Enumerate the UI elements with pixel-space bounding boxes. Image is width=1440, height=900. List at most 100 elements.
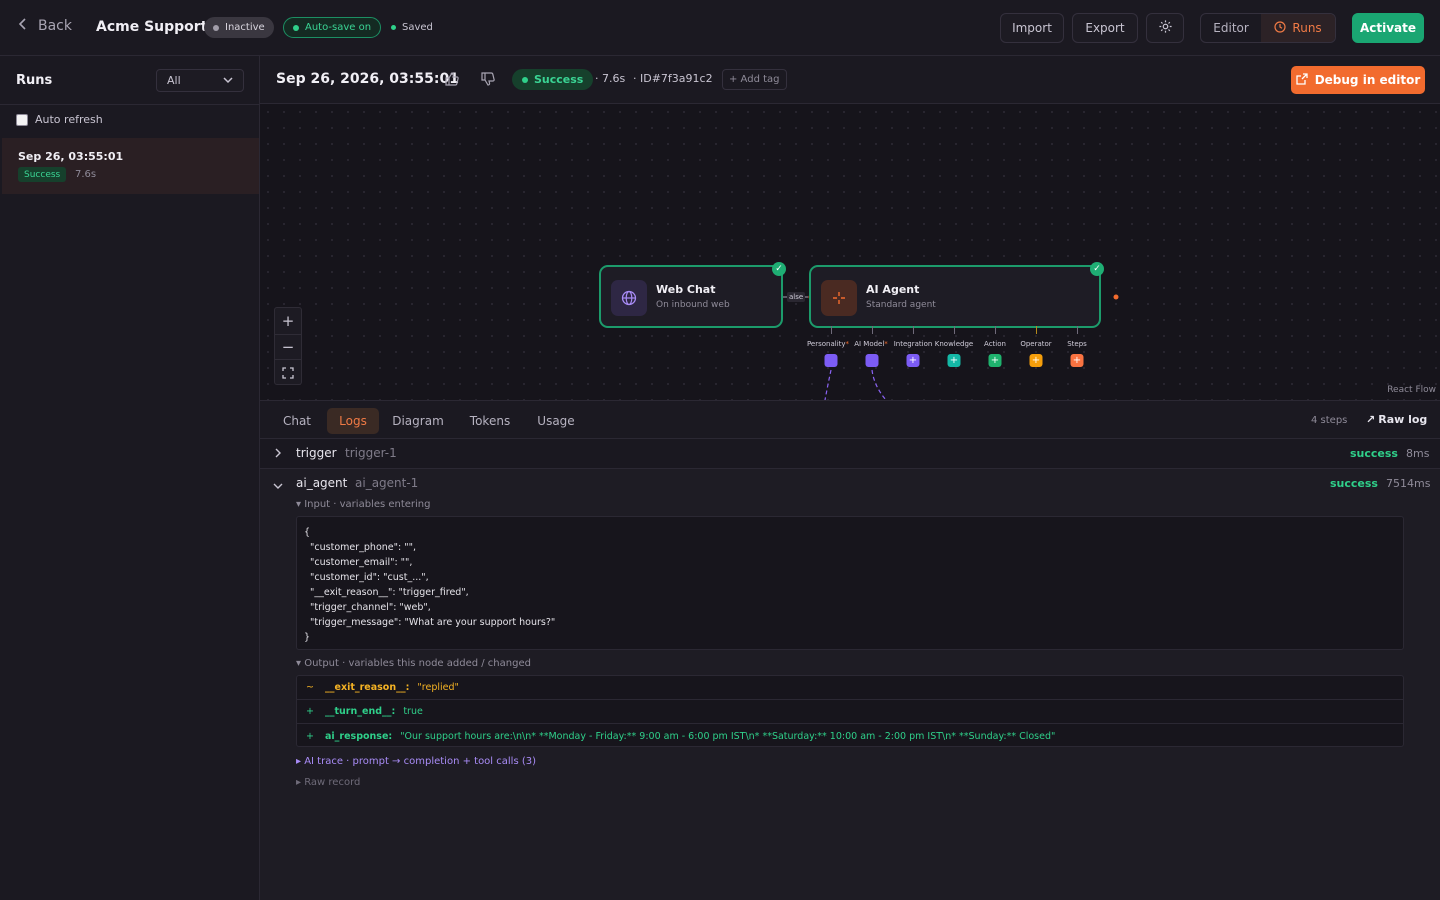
port-ai-model[interactable] — [865, 354, 879, 367]
port-label-personality: Personality* — [806, 340, 850, 348]
ai-trace-toggle[interactable]: ▸ AI trace · prompt → completion + tool … — [296, 756, 536, 767]
json-line: "customer_id": "cust_...", — [304, 572, 429, 583]
editor-tab[interactable]: Editor — [1201, 14, 1261, 42]
node-subtitle: On inbound web — [656, 300, 730, 310]
input-section-toggle[interactable]: ▾ Input · variables entering — [296, 499, 431, 510]
output-key: __exit_reason__: — [325, 682, 410, 693]
flow-canvas[interactable]: Web Chat On inbound web ✓ alse AI Agent … — [260, 104, 1440, 400]
clock-icon — [1274, 20, 1287, 36]
saved-label: Saved — [402, 22, 433, 33]
step-id: trigger-1 — [345, 446, 397, 460]
run-time: Sep 26, 03:55:01 — [18, 150, 124, 163]
tab-chat[interactable]: Chat — [276, 408, 318, 434]
export-button[interactable]: Export — [1072, 13, 1138, 43]
json-line: "customer_email": "", — [304, 557, 413, 568]
output-section-toggle[interactable]: ▾ Output · variables this node added / c… — [296, 658, 531, 669]
step-status: success — [1350, 447, 1398, 460]
raw-log-link[interactable]: ↗ Raw log — [1366, 413, 1427, 426]
run-title: Sep 26, 2026, 03:55:01 — [276, 71, 459, 87]
thumbs-up-icon[interactable] — [444, 71, 460, 90]
step-name: ai_agent — [296, 476, 348, 490]
web-chat-node[interactable]: Web Chat On inbound web ✓ — [599, 262, 786, 328]
status-dot-icon — [213, 24, 219, 31]
tab-tokens[interactable]: Tokens — [461, 408, 519, 434]
log-row-trigger[interactable]: trigger trigger-1 success 8ms — [260, 439, 1440, 469]
port-label-integration: Integration — [893, 340, 933, 348]
step-time: 8ms — [1406, 447, 1430, 460]
success-check-icon: ✓ — [772, 262, 786, 276]
zoom-controls: + − — [274, 307, 302, 385]
debug-in-editor-button[interactable]: Debug in editor — [1291, 66, 1425, 94]
debug-label: Debug in editor — [1314, 73, 1421, 87]
run-duration: 7.6s — [75, 169, 97, 180]
port-action-add-icon[interactable]: + — [988, 354, 1002, 367]
status-dot-icon — [522, 76, 528, 83]
chevron-left-icon — [18, 18, 28, 34]
add-tag-button[interactable]: + Add tag — [722, 69, 787, 90]
autosave-badge[interactable]: Auto-save on — [283, 17, 382, 38]
workflow-title: Acme Support — [96, 19, 208, 35]
tab-usage[interactable]: Usage — [529, 408, 583, 434]
output-variables-table: ~ __exit_reason__: "replied" + __turn_en… — [296, 675, 1404, 747]
raw-record-toggle[interactable]: ▸ Raw record — [296, 777, 360, 788]
auto-refresh: Auto refresh — [16, 113, 103, 126]
fit-view-icon[interactable] — [275, 360, 301, 386]
input-json-block: { "customer_phone": "", "customer_email"… — [296, 516, 1404, 650]
autosave-dot-icon — [293, 24, 299, 31]
step-id: ai_agent-1 — [355, 476, 419, 490]
run-status-badge: Success — [18, 167, 67, 182]
port-personality[interactable] — [824, 354, 838, 367]
saved-indicator: Saved — [382, 17, 442, 38]
runs-tab[interactable]: Runs — [1261, 14, 1335, 42]
node-title: Web Chat — [656, 283, 716, 296]
run-duration: · 7.6s — [595, 72, 626, 85]
run-id: · ID#7f3a91c2 — [633, 72, 713, 85]
json-line: "trigger_message": "What are your suppor… — [304, 617, 556, 628]
arrow-up-right-icon: ↗ — [1366, 413, 1376, 426]
port-steps-add-icon[interactable]: + — [1070, 354, 1084, 367]
step-time: 7514ms — [1386, 477, 1431, 490]
node-subtitle: Standard agent — [866, 300, 936, 310]
run-list-item[interactable]: Sep 26, 03:55:01 Success 7.6s — [2, 138, 259, 194]
output-row: ~ __exit_reason__: "replied" — [297, 676, 1403, 700]
autosave-label: Auto-save on — [305, 22, 372, 33]
tab-logs[interactable]: Logs — [327, 408, 379, 434]
port-operator-add-icon[interactable]: + — [1029, 354, 1043, 367]
port-integration-add-icon[interactable]: + — [906, 354, 920, 367]
port-connector — [1077, 326, 1078, 334]
json-line: } — [304, 632, 311, 643]
port-connector — [872, 326, 873, 334]
output-value: true — [403, 706, 423, 717]
view-switcher: Editor Runs — [1200, 13, 1336, 43]
json-line: "customer_phone": "", — [304, 542, 416, 553]
port-label-ai-model: AI Model* — [854, 340, 888, 348]
chevron-down-icon — [273, 479, 283, 493]
tab-diagram[interactable]: Diagram — [386, 408, 450, 434]
chevron-down-icon — [223, 74, 233, 87]
port-connector — [954, 326, 955, 334]
auto-refresh-checkbox[interactable] — [16, 113, 28, 126]
run-header: Sep 26, 2026, 03:55:01 Success · 7.6s · … — [260, 56, 1440, 104]
runs-title: Runs — [16, 73, 53, 88]
auto-refresh-label: Auto refresh — [35, 113, 103, 126]
back-button[interactable]: Back — [18, 18, 72, 34]
port-knowledge-add-icon[interactable]: + — [947, 354, 961, 367]
log-row-ai-agent[interactable]: ai_agent ai_agent-1 success 7514ms — [260, 469, 1440, 499]
bottom-tabs: Chat Logs Diagram Tokens Usage 4 steps ↗… — [260, 400, 1440, 439]
zoom-in-icon[interactable]: + — [275, 308, 301, 334]
port-label-steps: Steps — [1067, 340, 1087, 348]
runs-filter-select[interactable]: All — [156, 69, 244, 92]
react-flow-attribution[interactable]: React Flow — [1387, 385, 1436, 395]
inactive-badge: Inactive — [204, 17, 274, 38]
external-link-icon — [1296, 72, 1308, 88]
node-title: AI Agent — [866, 283, 920, 296]
settings-button[interactable] — [1146, 13, 1184, 43]
thumbs-down-icon[interactable] — [480, 71, 496, 90]
runs-tab-label: Runs — [1292, 21, 1322, 35]
json-line: { — [304, 527, 311, 538]
success-check-icon: ✓ — [1090, 262, 1104, 276]
zoom-out-icon[interactable]: − — [275, 334, 301, 360]
import-button[interactable]: Import — [1000, 13, 1064, 43]
ai-agent-node[interactable]: AI Agent Standard agent ✓ — [809, 262, 1104, 328]
activate-button[interactable]: Activate — [1352, 13, 1424, 43]
